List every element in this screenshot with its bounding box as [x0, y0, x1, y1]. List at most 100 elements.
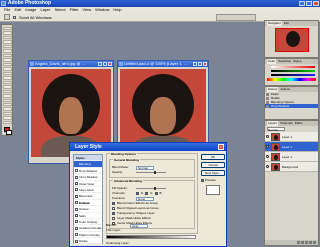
eraser-tool-icon[interactable] [2, 71, 12, 76]
lasso-tool-icon[interactable] [2, 35, 12, 40]
toolbox [1, 24, 13, 136]
layer-style-icon[interactable] [301, 241, 304, 244]
style-checkbox[interactable] [75, 201, 78, 205]
new-style-button[interactable]: New Style... [201, 170, 225, 176]
doc-maximize-button[interactable] [198, 62, 202, 66]
background-color-swatch[interactable] [6, 130, 12, 136]
gradient-tool-icon[interactable] [2, 76, 12, 80]
tab-styles[interactable]: Styles [293, 59, 301, 64]
this-layer-gradient[interactable] [106, 235, 196, 239]
style-item[interactable]: Stroke [74, 238, 102, 245]
move-tool-icon[interactable] [2, 31, 12, 35]
history-item-selected[interactable]: Drop Shadow [265, 104, 318, 108]
crop-tool-icon[interactable] [2, 44, 12, 49]
photo-face [150, 97, 176, 135]
option-checkbox[interactable] [112, 207, 115, 210]
type-tool-icon[interactable] [2, 94, 12, 98]
dialog-close-icon[interactable]: × [218, 144, 224, 150]
opacity-slider[interactable] [136, 171, 166, 174]
eye-icon[interactable] [266, 135, 269, 138]
zoom-tool-icon[interactable] [2, 120, 12, 125]
style-checkbox[interactable] [75, 207, 78, 211]
blur-tool-icon[interactable] [2, 80, 12, 85]
style-checkbox[interactable] [75, 233, 78, 237]
hand-tool-icon[interactable] [4, 14, 10, 20]
history-panel: History Actions Paste Rotate Blending Op… [264, 86, 319, 120]
style-checkbox[interactable] [75, 182, 78, 186]
green-slider[interactable] [271, 70, 315, 72]
knockout-select[interactable]: None [136, 196, 154, 201]
magic-wand-tool-icon[interactable] [2, 40, 12, 44]
brush-tool-icon[interactable] [2, 58, 12, 62]
blue-slider[interactable] [271, 74, 315, 76]
mask-icon[interactable] [305, 241, 308, 244]
doc-close-button[interactable] [108, 62, 112, 66]
tab-color[interactable]: Color [267, 59, 277, 64]
layer-row[interactable]: Background [265, 162, 318, 172]
doc-maximize-button[interactable] [103, 62, 107, 66]
blend-mode-select[interactable]: Normal [136, 165, 154, 170]
preview-checkbox[interactable] [201, 178, 204, 182]
path-selection-icon[interactable] [2, 89, 12, 94]
layer-row-selected[interactable]: Layer 1 [265, 142, 318, 152]
new-layer-icon[interactable] [309, 241, 312, 244]
layer-row[interactable]: Layer 1 [265, 152, 318, 162]
style-checkbox[interactable] [75, 194, 78, 198]
dodge-tool-icon[interactable] [2, 85, 12, 89]
style-checkbox[interactable] [75, 226, 78, 230]
fill-opacity-slider[interactable] [136, 187, 166, 190]
channel-g-checkbox[interactable] [145, 192, 149, 195]
channel-r-checkbox[interactable] [136, 192, 139, 195]
eyedropper-tool-icon[interactable] [2, 111, 12, 116]
style-checkbox[interactable] [75, 220, 78, 224]
doc-minimize-button[interactable] [98, 62, 102, 66]
advanced-blending-title: Advanced Blending [113, 179, 144, 183]
trash-icon[interactable] [313, 241, 316, 244]
style-checkbox[interactable] [75, 188, 78, 192]
option-checkbox[interactable] [112, 202, 115, 205]
tab-paths[interactable]: Paths [295, 121, 303, 126]
pen-tool-icon[interactable] [2, 98, 12, 102]
style-checkbox[interactable] [75, 214, 78, 218]
marquee-tool-icon[interactable] [2, 27, 12, 31]
layer-name: Layer 1 [282, 135, 293, 139]
doc-minimize-button[interactable] [193, 62, 197, 66]
eye-icon[interactable] [266, 155, 269, 158]
style-checkbox[interactable] [75, 175, 78, 179]
healing-brush-icon[interactable] [2, 53, 12, 58]
option-checkbox[interactable] [112, 212, 115, 215]
preview-option[interactable]: Preview [201, 178, 225, 182]
option-checkbox[interactable] [112, 217, 115, 220]
blend-if-select[interactable]: Gray [130, 223, 148, 228]
clone-stamp-icon[interactable] [2, 62, 12, 67]
tab-navigator[interactable]: Navigator [267, 21, 282, 26]
history-brush-icon[interactable] [2, 67, 12, 71]
palette-well[interactable] [216, 14, 256, 21]
tab-swatches[interactable]: Swatches [278, 59, 291, 64]
ok-button[interactable]: OK [201, 154, 225, 160]
color-ramp[interactable] [267, 78, 316, 81]
scroll-all-checkbox[interactable] [13, 15, 16, 19]
tab-layers[interactable]: Layers [267, 121, 279, 126]
maximize-button[interactable] [306, 1, 312, 6]
red-slider[interactable] [271, 66, 315, 68]
tab-channels[interactable]: Channels [280, 121, 293, 126]
close-button[interactable] [313, 1, 319, 6]
doc-close-button[interactable] [203, 62, 207, 66]
eye-icon[interactable] [266, 165, 269, 168]
style-checkbox[interactable] [75, 169, 78, 173]
link-icon[interactable] [297, 241, 300, 244]
channel-b-checkbox[interactable] [154, 192, 158, 195]
layer-row[interactable]: Layer 1 [265, 132, 318, 142]
shape-tool-icon[interactable] [2, 102, 12, 107]
layer-blend-mode-select[interactable]: Normal [267, 127, 285, 132]
minimize-button[interactable] [299, 1, 305, 6]
navigator-thumbnail[interactable] [275, 28, 309, 52]
style-checkbox[interactable] [75, 239, 78, 243]
hand-tool-icon[interactable] [2, 116, 12, 120]
eye-icon[interactable] [266, 145, 269, 148]
cancel-button[interactable]: Cancel [201, 162, 225, 168]
tab-info[interactable]: Info [284, 21, 289, 26]
slice-tool-icon[interactable] [2, 49, 12, 53]
notes-tool-icon[interactable] [2, 107, 12, 111]
